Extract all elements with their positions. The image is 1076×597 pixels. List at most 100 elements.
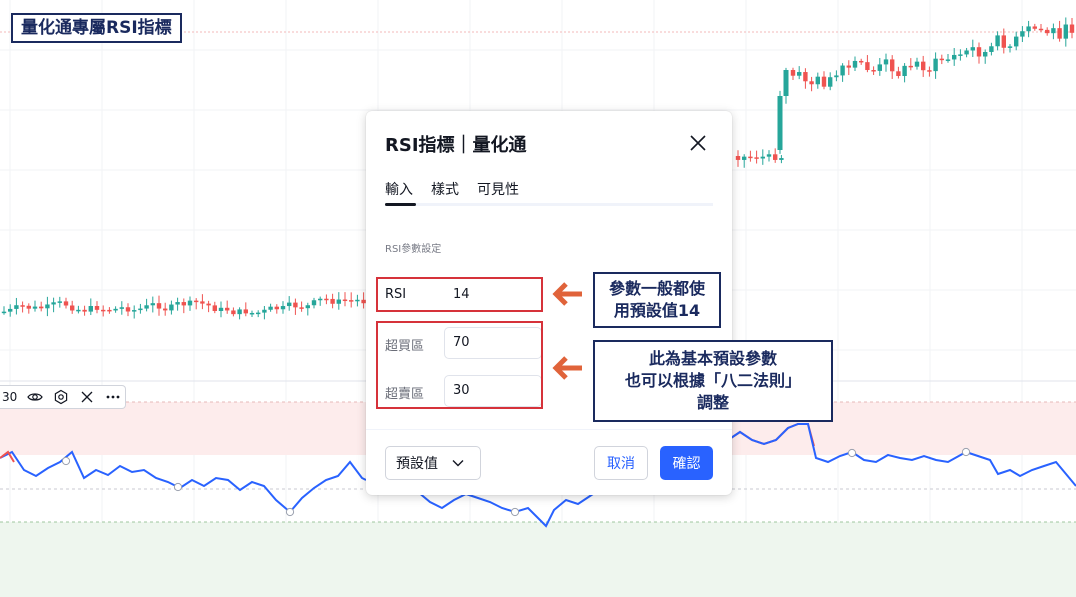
rsi-line	[0, 450, 367, 514]
rsi-signal-marker	[847, 448, 857, 458]
eye-icon[interactable]	[27, 389, 43, 405]
callout-line: 調整	[696, 393, 729, 412]
candle-body	[249, 312, 255, 315]
candle-body	[890, 59, 895, 72]
candle-body	[1020, 31, 1025, 37]
more-icon[interactable]	[105, 389, 121, 405]
candle-body	[797, 72, 802, 76]
candle-body	[766, 154, 772, 157]
candle-body	[1026, 26, 1031, 32]
chevron-down-icon	[452, 455, 464, 471]
candle-body	[777, 96, 783, 150]
candle-body	[995, 35, 1000, 47]
candle-body	[1001, 35, 1006, 48]
candle-body	[939, 58, 944, 61]
rsi-signal-marker	[961, 447, 971, 457]
candle-body	[218, 307, 224, 312]
settings-icon[interactable]	[53, 389, 69, 405]
candle-body	[125, 307, 131, 312]
callout-zone-advice: 此為基本預設參數 也可以根據「八二法則」 調整	[593, 340, 833, 422]
candle-body	[1045, 29, 1050, 34]
candle-body	[280, 306, 286, 310]
candle-body	[748, 156, 753, 159]
candle-body	[970, 47, 975, 51]
candle-body	[945, 59, 951, 61]
candle-body	[132, 310, 137, 312]
candle-body	[1069, 24, 1075, 33]
candle-body	[834, 75, 839, 78]
candle-body	[342, 299, 348, 302]
candle-body	[803, 72, 808, 82]
candle-body	[194, 300, 199, 303]
candle-body	[14, 305, 19, 309]
candle-body	[735, 156, 741, 160]
cancel-button[interactable]: 取消	[594, 446, 648, 480]
candle-body	[119, 307, 124, 309]
candle-body	[349, 300, 354, 302]
defaults-dropdown[interactable]: 預設值	[385, 446, 481, 480]
candle-body	[101, 309, 106, 312]
rsi-signal-marker	[510, 507, 520, 517]
candle-body	[976, 47, 982, 57]
candle-body	[169, 304, 174, 311]
candle-body	[1063, 24, 1068, 39]
candle-body	[1032, 26, 1037, 29]
candle-body	[243, 309, 248, 314]
candle-body	[45, 304, 50, 309]
candle-body	[63, 301, 69, 306]
candle-body	[107, 309, 112, 312]
candle-body	[1057, 28, 1062, 39]
candle-body	[355, 299, 360, 302]
title-badge: 量化通專屬RSI指標	[11, 13, 182, 43]
candle-body	[871, 70, 876, 72]
candle-body	[927, 70, 932, 72]
tab-track	[385, 203, 713, 206]
candle-body	[902, 65, 907, 77]
zones-highlight-box	[376, 321, 543, 409]
candle-body	[57, 301, 62, 303]
close-icon[interactable]	[79, 389, 95, 405]
close-icon[interactable]	[688, 133, 708, 153]
tab-inputs[interactable]: 輸入	[385, 179, 413, 199]
candle-body	[983, 51, 988, 57]
tab-visibility[interactable]: 可見性	[477, 179, 519, 199]
candle-body	[26, 305, 31, 309]
ok-button[interactable]: 確認	[660, 446, 713, 480]
candle-body	[256, 312, 261, 315]
rsi-line	[417, 491, 597, 528]
candle-body	[790, 70, 796, 76]
candle-body	[212, 305, 217, 312]
dialog-footer-divider	[366, 429, 732, 430]
candle-body	[70, 305, 75, 311]
candle-body	[952, 54, 957, 60]
rsi-highlight-box	[376, 277, 543, 312]
candle-body	[293, 302, 298, 308]
candle-body	[840, 65, 845, 76]
rsi-signal-marker	[173, 482, 183, 492]
candle-body	[138, 308, 143, 311]
candle-body	[20, 305, 25, 307]
candle-body	[181, 302, 186, 306]
candle-body	[324, 298, 329, 301]
candle-body	[144, 305, 149, 309]
active-tab-indicator	[385, 203, 416, 206]
candle-body	[828, 77, 833, 87]
candle-body	[779, 158, 784, 160]
candle-body	[742, 156, 747, 160]
candle-body	[852, 60, 858, 68]
legend-value: 30	[2, 390, 18, 404]
candle-body	[896, 71, 901, 77]
candle-body	[39, 306, 44, 309]
title-badge-text: 量化通專屬RSI指標	[21, 18, 172, 38]
candle-body	[274, 306, 279, 310]
candle-body	[1051, 28, 1056, 34]
candle-body	[287, 302, 292, 307]
candle-body	[809, 81, 814, 85]
candle-body	[175, 302, 180, 305]
tab-style[interactable]: 樣式	[431, 179, 459, 199]
candle-body	[336, 299, 341, 304]
candle-body	[32, 306, 38, 309]
candle-body	[200, 301, 205, 304]
candle-body	[206, 303, 211, 306]
indicator-legend-bar[interactable]: 30	[0, 385, 126, 409]
